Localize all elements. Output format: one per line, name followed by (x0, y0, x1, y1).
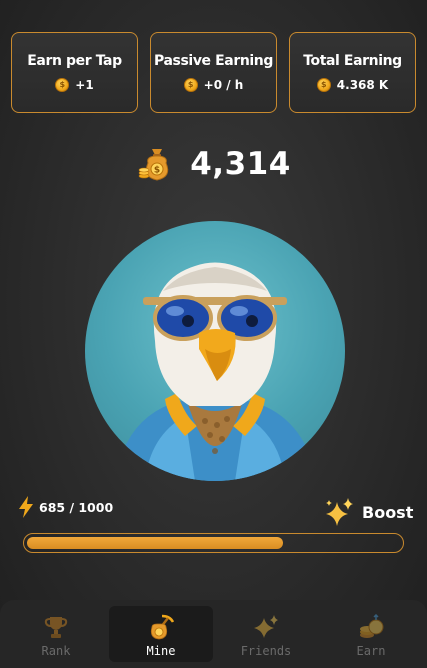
stat-title: Total Earning (303, 53, 402, 69)
nav-label: Earn (356, 644, 386, 658)
eagle-illustration (115, 262, 317, 481)
earn-per-tap-card: Earn per Tap $ +1 (11, 32, 138, 113)
stat-title: Earn per Tap (27, 53, 122, 69)
stats-row: Earn per Tap $ +1 Passive Earning $ +0 /… (11, 32, 416, 113)
svg-text:$: $ (154, 166, 160, 176)
total-earning-card: Total Earning $ 4.368 K (289, 32, 416, 113)
boost-label: Boost (362, 502, 414, 522)
stat-value: +0 / h (203, 78, 244, 92)
nav-item-earn[interactable]: Earn (319, 606, 423, 662)
nav-item-mine[interactable]: Mine (109, 606, 213, 662)
stat-value-row: $ +0 / h (183, 78, 244, 92)
stat-value: 4.368 K (336, 78, 389, 92)
nav-item-friends[interactable]: Friends (214, 606, 318, 662)
stat-title: Passive Earning (154, 53, 273, 69)
sparkles-icon (254, 615, 278, 638)
nav-label: Friends (240, 644, 292, 658)
coin-icon: $ (183, 78, 198, 92)
coin-icon: $ (316, 78, 331, 92)
nav-item-rank[interactable]: Rank (4, 606, 108, 662)
balance: $ 4,314 (0, 143, 427, 185)
money-bag-icon: $ (138, 149, 169, 181)
pickaxe-coin-icon (150, 614, 174, 640)
lightning-icon (19, 496, 33, 518)
stat-value: +1 (75, 78, 94, 92)
balance-value: 4,314 (190, 146, 291, 182)
energy-progress-bar (23, 533, 404, 553)
stat-value-row: $ 4.368 K (316, 78, 389, 92)
energy-progress-fill (27, 537, 283, 549)
sparkles-icon (326, 498, 353, 526)
energy-indicator: 685 / 1000 (17, 496, 113, 518)
energy-text: 685 / 1000 (39, 499, 114, 515)
bottom-nav: Rank Mine Friends Earn (0, 600, 427, 668)
coin-icon: $ (55, 78, 70, 92)
eagle-with-sunglasses-avatar[interactable] (85, 221, 345, 481)
nav-label: Rank (41, 644, 71, 658)
passive-earning-card: Passive Earning $ +0 / h (150, 32, 277, 113)
trophy-icon (44, 617, 68, 638)
coin-stack-icon (360, 614, 384, 638)
stat-value-row: $ +1 (55, 78, 94, 92)
nav-label: Mine (146, 644, 176, 658)
boost-button[interactable]: Boost (324, 498, 413, 526)
